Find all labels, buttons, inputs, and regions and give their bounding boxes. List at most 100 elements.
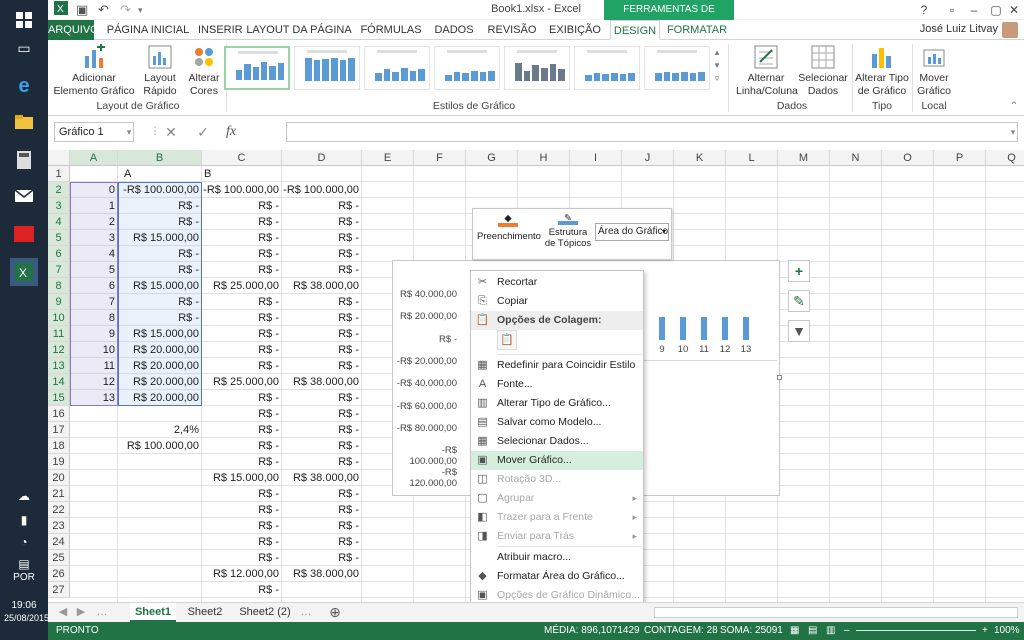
select-data-button[interactable]: Selecionar Dados [798, 44, 848, 98]
tab-formulas[interactable]: FÓRMULAS [358, 20, 424, 40]
row-header-14[interactable]: 14 [48, 374, 70, 390]
cell-a14[interactable]: 12 [70, 374, 118, 390]
column-header-d[interactable]: D [282, 150, 362, 166]
column-header-n[interactable]: N [830, 150, 882, 166]
tab-design[interactable]: DESIGN [610, 20, 660, 40]
chart-style-5[interactable] [504, 46, 570, 90]
menu-item-alterar-tipo-de-gráfico[interactable]: ▥ Alterar Tipo de Gráfico... [471, 394, 643, 413]
cell-b4[interactable]: R$ - [118, 214, 202, 230]
excel-taskbar-icon[interactable]: X [10, 258, 38, 286]
cell-d25[interactable]: R$ - [282, 550, 362, 566]
tab-revisao[interactable]: REVISÃO [484, 20, 540, 40]
row-header-21[interactable]: 21 [48, 486, 70, 502]
cancel-entry-icon[interactable]: ✕ [160, 122, 182, 142]
cell-c21[interactable]: R$ - [202, 486, 282, 502]
task-view-icon[interactable]: ▭ [10, 34, 38, 62]
cell-c24[interactable]: R$ - [202, 534, 282, 550]
cell-b18[interactable]: R$ 100.000,00 [118, 438, 202, 454]
cell-c7[interactable]: R$ - [202, 262, 282, 278]
cell-a2[interactable]: 0 [70, 182, 118, 198]
cell-c8[interactable]: R$ 25.000,00 [202, 278, 282, 294]
column-header-e[interactable]: E [362, 150, 414, 166]
cell-d14[interactable]: R$ 38.000,00 [282, 374, 362, 390]
row-header-19[interactable]: 19 [48, 454, 70, 470]
tab-dados[interactable]: DADOS [428, 20, 480, 40]
app-red-icon[interactable] [10, 220, 38, 248]
sheet-next-icon[interactable]: ▶ [74, 603, 88, 622]
cell-b12[interactable]: R$ 20.000,00 [118, 342, 202, 358]
paste-option-icon[interactable]: 📋 [497, 330, 517, 350]
cell-c4[interactable]: R$ - [202, 214, 282, 230]
cell-c13[interactable]: R$ - [202, 358, 282, 374]
column-header-j[interactable]: J [622, 150, 674, 166]
page-break-view-icon[interactable]: ▥ [826, 622, 835, 640]
row-header-16[interactable]: 16 [48, 406, 70, 422]
zoom-out-icon[interactable]: – [844, 622, 850, 640]
cell-b5[interactable]: R$ 15.000,00 [118, 230, 202, 246]
menu-item-redefinir-para-coincidir-estilo[interactable]: ▦ Redefinir para Coincidir Estilo [471, 356, 643, 375]
cell-a6[interactable]: 4 [70, 246, 118, 262]
clock-date[interactable]: 25/08/2015 [4, 613, 49, 623]
sheet-more-icon[interactable]: … [96, 603, 108, 622]
worksheet-grid[interactable]: ABCDEFGHIJKLMNOPQ 1 2 3 4 5 6 7 8 9 10 11 12 13 14 15 1… [48, 150, 1024, 602]
cell-b15[interactable]: R$ 20.000,00 [118, 390, 202, 406]
sheet-more-right-icon[interactable]: … [300, 603, 312, 622]
cell-d13[interactable]: R$ - [282, 358, 362, 374]
row-header-25[interactable]: 25 [48, 550, 70, 566]
cell-d10[interactable]: R$ - [282, 310, 362, 326]
column-header-i[interactable]: I [570, 150, 622, 166]
cell-a7[interactable]: 5 [70, 262, 118, 278]
cell-header-b[interactable]: B [202, 166, 282, 182]
cell-d9[interactable]: R$ - [282, 294, 362, 310]
row-header-5[interactable]: 5 [48, 230, 70, 246]
row-header-7[interactable]: 7 [48, 262, 70, 278]
tab-formatar[interactable]: FORMATAR [666, 20, 728, 40]
column-header-q[interactable]: Q [986, 150, 1024, 166]
cell-d26[interactable]: R$ 38.000,00 [282, 566, 362, 582]
cell-d23[interactable]: R$ - [282, 518, 362, 534]
menu-item-fonte[interactable]: A Fonte... [471, 375, 643, 394]
expand-formula-icon[interactable]: ▾ [1002, 122, 1024, 142]
cell-d20[interactable]: R$ 38.000,00 [282, 470, 362, 486]
horizontal-scrollbar[interactable] [654, 607, 1018, 618]
row-header-6[interactable]: 6 [48, 246, 70, 262]
tab-pagina-inicial[interactable]: PÁGINA INICIAL [98, 20, 198, 40]
row-header-11[interactable]: 11 [48, 326, 70, 342]
cell-c27[interactable]: R$ - [202, 582, 282, 598]
chart-styles-brush-icon[interactable]: ✎ [788, 290, 810, 312]
cell-d19[interactable]: R$ - [282, 454, 362, 470]
column-header-c[interactable]: C [202, 150, 282, 166]
close-icon[interactable]: ✕ [1000, 0, 1024, 20]
chart-style-2[interactable] [294, 46, 360, 90]
cell-d17[interactable]: R$ - [282, 422, 362, 438]
cell-b11[interactable]: R$ 15.000,00 [118, 326, 202, 342]
cell-b14[interactable]: R$ 20.000,00 [118, 374, 202, 390]
cell-a8[interactable]: 6 [70, 278, 118, 294]
page-layout-view-icon[interactable]: ▤ [808, 622, 817, 640]
chart-style-4[interactable] [434, 46, 500, 90]
cell-d3[interactable]: R$ - [282, 198, 362, 214]
language-indicator[interactable]: POR [4, 572, 44, 583]
zoom-level[interactable]: 100% [994, 622, 1020, 640]
column-header-p[interactable]: P [934, 150, 986, 166]
row-header-10[interactable]: 10 [48, 310, 70, 326]
cell-c15[interactable]: R$ - [202, 390, 282, 406]
cell-b8[interactable]: R$ 15.000,00 [118, 278, 202, 294]
cell-b3[interactable]: R$ - [118, 198, 202, 214]
cell-c5[interactable]: R$ - [202, 230, 282, 246]
cell-a12[interactable]: 10 [70, 342, 118, 358]
cell-d6[interactable]: R$ - [282, 246, 362, 262]
cell-c18[interactable]: R$ - [202, 438, 282, 454]
calculator-icon[interactable] [10, 146, 38, 174]
cell-b9[interactable]: R$ - [118, 294, 202, 310]
edge-icon[interactable]: e [10, 72, 38, 100]
cell-b2[interactable]: -R$ 100.000,00 [118, 182, 202, 198]
confirm-entry-icon[interactable]: ✓ [192, 122, 214, 142]
cell-header-a[interactable]: A [118, 166, 202, 182]
normal-view-icon[interactable]: ▦ [790, 622, 799, 640]
cell-c3[interactable]: R$ - [202, 198, 282, 214]
change-chart-type-button[interactable]: Alterar Tipo de Gráfico [854, 44, 910, 98]
cell-d5[interactable]: R$ - [282, 230, 362, 246]
tab-layout-da-pagina[interactable]: LAYOUT DA PÁGINA [246, 20, 352, 40]
cell-d18[interactable]: R$ - [282, 438, 362, 454]
